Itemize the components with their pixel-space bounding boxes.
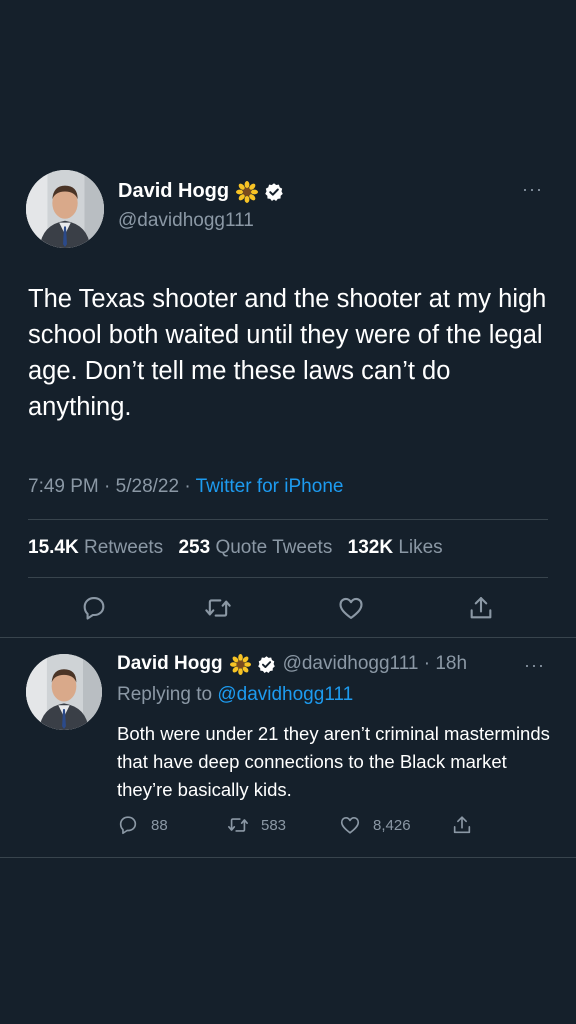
meta-separator: · xyxy=(423,653,431,674)
reply-share-button[interactable] xyxy=(451,814,485,836)
tweet-time[interactable]: 7:49 PM xyxy=(28,476,99,497)
likes-count: 132K xyxy=(347,537,394,558)
meta-separator: · xyxy=(184,476,191,497)
meta-separator: · xyxy=(104,476,111,497)
reply-count: 88 xyxy=(151,816,168,834)
tweet-date[interactable]: 5/28/22 xyxy=(116,476,179,497)
author-handle[interactable]: @davidhogg111 xyxy=(118,210,254,232)
tweet-text: The Texas shooter and the shooter at my … xyxy=(28,285,547,421)
sunflower-icon xyxy=(236,180,259,203)
reply-time-ago[interactable]: 18h xyxy=(435,653,467,674)
reply-text: Both were under 21 they aren’t criminal … xyxy=(117,723,550,800)
divider xyxy=(0,857,576,858)
likes-label: Likes xyxy=(398,537,443,558)
verified-badge-icon xyxy=(264,182,284,202)
reply-author-handle[interactable]: @davidhogg111 · 18h xyxy=(283,653,467,675)
quotes-label: Quote Tweets xyxy=(215,537,333,558)
author-name-row[interactable]: David Hogg xyxy=(118,180,284,203)
share-icon[interactable] xyxy=(467,594,495,622)
like-icon[interactable] xyxy=(337,594,365,622)
divider xyxy=(0,637,576,638)
tweet-source-link[interactable]: Twitter for iPhone xyxy=(196,476,344,497)
quote-tweets-stat[interactable]: 253 Quote Tweets xyxy=(178,537,332,558)
quotes-count: 253 xyxy=(178,537,211,558)
reply-like-button[interactable]: 8,426 xyxy=(339,814,411,836)
replying-to-line: Replying to @davidhogg111 xyxy=(117,684,353,706)
retweet-icon xyxy=(228,818,248,832)
share-icon xyxy=(453,816,471,834)
reply-retweet-button[interactable]: 583 xyxy=(227,814,286,836)
likes-stat[interactable]: 132K Likes xyxy=(348,537,443,558)
retweets-label: Retweets xyxy=(83,537,164,558)
retweet-icon[interactable] xyxy=(204,594,232,622)
divider xyxy=(28,519,548,520)
retweets-count: 15.4K xyxy=(28,537,79,558)
replying-to-label: Replying to xyxy=(117,684,213,705)
retweets-stat[interactable]: 15.4K Retweets xyxy=(28,537,163,558)
retweet-count: 583 xyxy=(261,816,287,834)
reply-reply-button[interactable]: 88 xyxy=(117,814,168,836)
author-display-name[interactable]: David Hogg xyxy=(118,180,229,203)
reply-handle-text: @davidhogg111 xyxy=(282,653,419,674)
reply-icon xyxy=(119,816,137,835)
like-count: 8,426 xyxy=(373,816,411,834)
reply-author-row[interactable]: David Hogg @davidhogg111 · 18h xyxy=(117,653,467,675)
tweet-stats: 15.4K Retweets 253 Quote Tweets 132K Lik… xyxy=(28,537,443,559)
tweet-meta: 7:49 PM · 5/28/22 · Twitter for iPhone xyxy=(28,476,343,498)
reply-more-options-icon[interactable]: ··· xyxy=(524,656,545,674)
reply-author-display-name[interactable]: David Hogg xyxy=(117,653,223,675)
divider xyxy=(28,577,548,578)
verified-badge-icon xyxy=(257,655,276,674)
sunflower-icon xyxy=(229,653,251,675)
reply-author-avatar[interactable] xyxy=(26,654,102,730)
like-icon xyxy=(340,817,360,834)
author-avatar[interactable] xyxy=(26,170,104,248)
reply-icon[interactable] xyxy=(80,594,108,622)
more-options-icon[interactable]: ··· xyxy=(522,180,543,198)
replying-to-mention-link[interactable]: @davidhogg111 xyxy=(217,684,353,705)
